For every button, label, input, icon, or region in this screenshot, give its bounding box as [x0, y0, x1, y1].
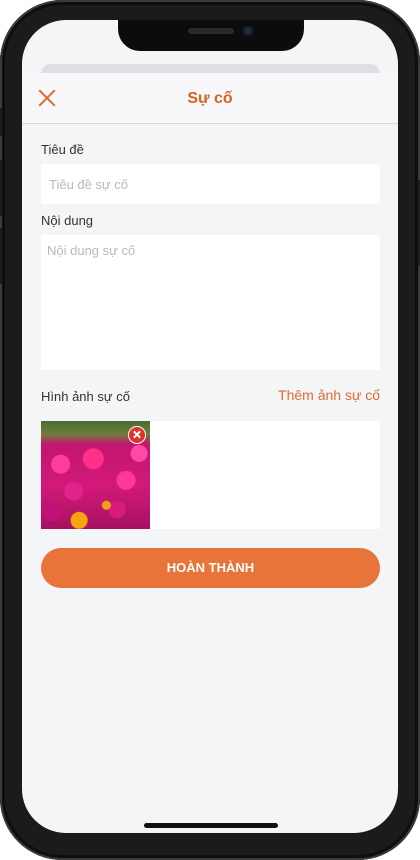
volume-up-button: [0, 160, 2, 216]
add-image-link[interactable]: Thêm ảnh sự cố: [278, 387, 380, 403]
incident-photo-thumbnail[interactable]: [41, 421, 150, 529]
title-input[interactable]: [41, 164, 380, 204]
home-indicator[interactable]: [144, 823, 278, 828]
remove-image-icon[interactable]: [128, 426, 146, 444]
notch: [118, 20, 304, 51]
image-list: [41, 421, 380, 529]
images-label: Hình ảnh sự cố: [41, 389, 130, 404]
front-camera: [242, 25, 254, 37]
volume-down-button: [0, 228, 2, 284]
screen: Sự cố Tiêu đề Nội dung Hình ảnh sự cố Th…: [22, 20, 398, 833]
mute-switch: [0, 108, 2, 136]
speaker-grille: [188, 28, 234, 34]
content-label: Nội dung: [41, 213, 94, 228]
page-title: Sự cố: [187, 90, 233, 107]
submit-button[interactable]: HOÀN THÀNH: [41, 548, 380, 588]
content-textarea[interactable]: [41, 235, 380, 370]
modal-header: Sự cố: [22, 73, 398, 124]
title-label: Tiêu đề: [41, 142, 84, 157]
phone-frame: Sự cố Tiêu đề Nội dung Hình ảnh sự cố Th…: [0, 0, 420, 860]
